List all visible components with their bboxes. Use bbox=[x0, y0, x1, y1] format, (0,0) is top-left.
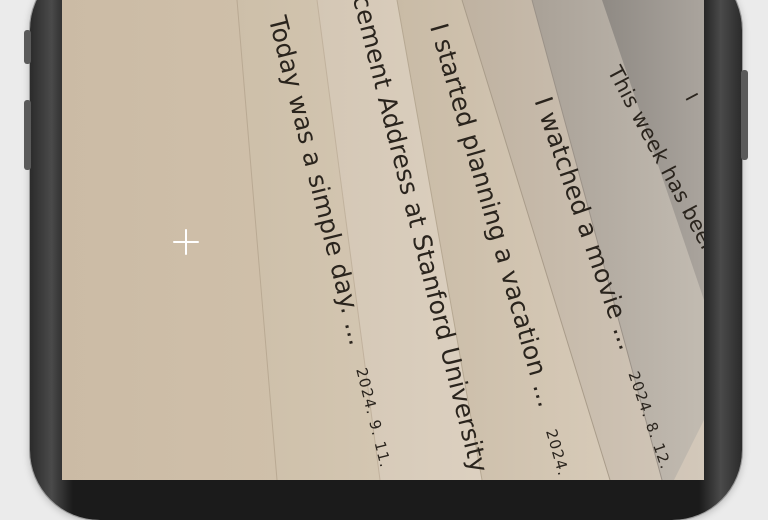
app-screen: Today was a simple day. ... 2024. 9. 11.… bbox=[62, 0, 704, 480]
add-entry-button[interactable] bbox=[172, 228, 200, 256]
side-button bbox=[741, 70, 748, 160]
side-button bbox=[24, 100, 31, 170]
side-button bbox=[24, 30, 31, 64]
